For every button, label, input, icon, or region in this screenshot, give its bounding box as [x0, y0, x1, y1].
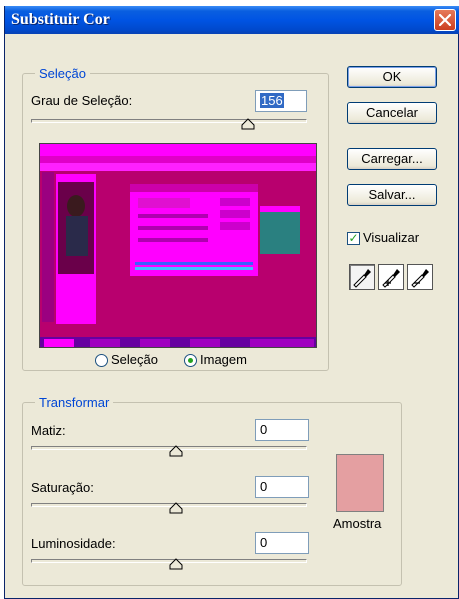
lightness-field[interactable]: 0	[255, 532, 309, 554]
slider-thumb-icon[interactable]	[169, 502, 183, 514]
image-preview[interactable]	[39, 143, 317, 348]
sample-swatch[interactable]	[336, 454, 384, 512]
preview-image	[40, 144, 316, 347]
fuzziness-label: Grau de Seleção:	[31, 93, 133, 108]
hue-field[interactable]: 0	[255, 419, 309, 441]
window-title: Substituir Cor	[11, 11, 110, 28]
lightness-value: 0	[260, 535, 268, 550]
radio-image[interactable]	[184, 354, 197, 367]
slider-thumb-icon[interactable]	[169, 558, 183, 570]
close-icon	[439, 14, 451, 26]
sample-label: Amostra	[333, 516, 382, 531]
cancel-button[interactable]: Cancelar	[347, 102, 437, 124]
hue-slider[interactable]	[31, 443, 307, 457]
eyedropper-icon	[353, 269, 371, 288]
eyedropper-plus-icon	[382, 269, 400, 288]
slider-thumb-icon[interactable]	[241, 118, 255, 130]
saturation-label: Saturação:	[31, 480, 94, 495]
title-bar[interactable]: Substituir Cor	[5, 6, 459, 34]
replace-color-dialog: Substituir Cor Seleção Grau de Seleção: …	[4, 6, 459, 599]
saturation-value: 0	[260, 479, 268, 494]
preview-checkbox-label[interactable]: Visualizar	[363, 230, 419, 245]
saturation-slider[interactable]	[31, 500, 307, 514]
load-button[interactable]: Carregar...	[347, 148, 437, 170]
radio-selection-label[interactable]: Seleção	[111, 352, 158, 367]
save-button[interactable]: Salvar...	[347, 184, 437, 206]
eyedropper-button[interactable]	[349, 264, 375, 290]
close-button[interactable]	[434, 9, 456, 31]
fuzziness-slider[interactable]	[31, 116, 307, 130]
eyedropper-plus-button[interactable]	[378, 264, 404, 290]
transform-legend: Transformar	[35, 395, 114, 410]
lightness-label: Luminosidade:	[31, 536, 116, 551]
hue-label: Matiz:	[31, 423, 66, 438]
selection-legend: Seleção	[35, 66, 90, 81]
radio-selection[interactable]	[95, 354, 108, 367]
lightness-slider[interactable]	[31, 556, 307, 570]
fuzziness-value: 156	[260, 93, 284, 108]
eyedropper-minus-button[interactable]	[407, 264, 433, 290]
ok-button[interactable]: OK	[347, 66, 437, 88]
slider-thumb-icon[interactable]	[169, 445, 183, 457]
saturation-field[interactable]: 0	[255, 476, 309, 498]
preview-checkbox[interactable]: ✓	[347, 232, 360, 245]
radio-image-label[interactable]: Imagem	[200, 352, 247, 367]
eyedropper-minus-icon	[411, 269, 429, 288]
fuzziness-field[interactable]: 156	[255, 90, 307, 112]
hue-value: 0	[260, 422, 268, 437]
